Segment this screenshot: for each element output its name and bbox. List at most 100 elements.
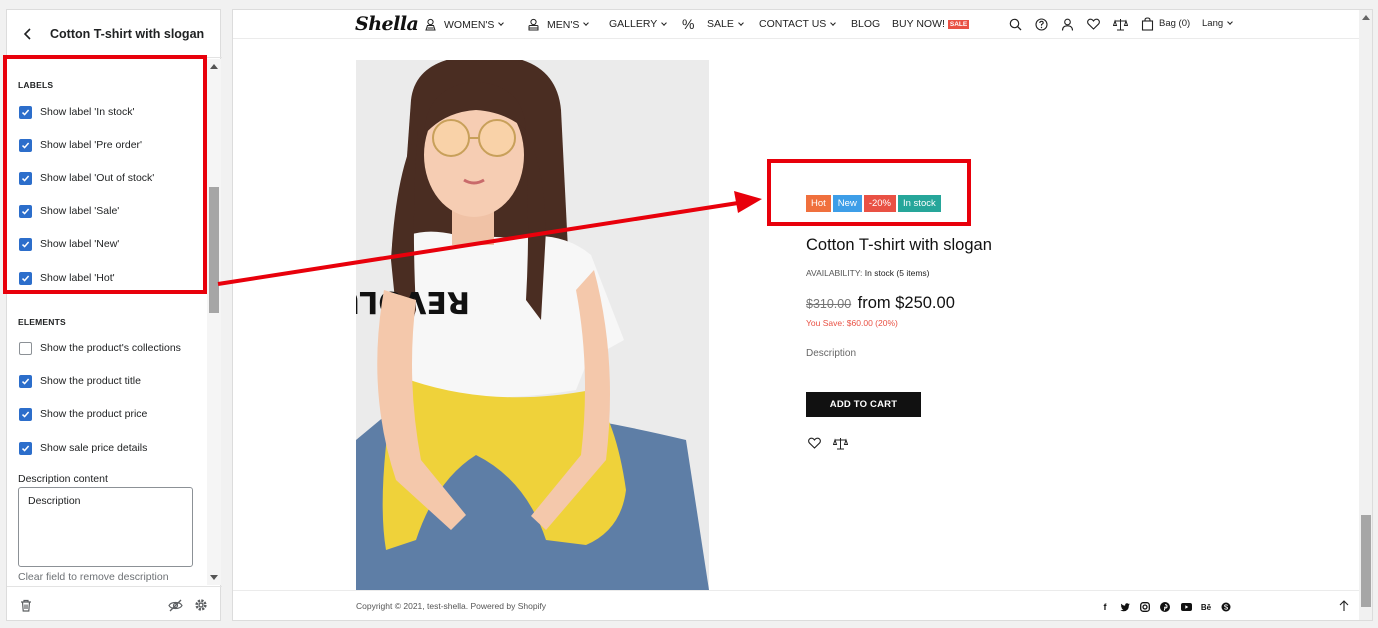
checkbox-label: Show label 'Pre order' (40, 139, 143, 151)
youtube-icon[interactable] (1180, 601, 1192, 613)
lang-selector[interactable]: Lang (1202, 18, 1233, 29)
nav-label: BUY NOW! (892, 18, 945, 30)
checkbox-show-sale-details[interactable]: Show sale price details (19, 439, 147, 457)
nav-mens[interactable]: MEN'S (527, 18, 590, 31)
user-icon[interactable] (1059, 16, 1075, 32)
wishlist-heart-icon[interactable] (806, 435, 822, 451)
nav-blog[interactable]: BLOG (851, 18, 880, 30)
bag-label: Bag (0) (1159, 18, 1191, 29)
availability: AVAILABILITY: In stock (5 items) (806, 268, 929, 278)
checkbox-show-price[interactable]: Show the product price (19, 405, 147, 423)
back-to-top-button[interactable] (1337, 599, 1351, 613)
chevron-down-icon (583, 20, 590, 26)
nav-percent[interactable]: % (682, 16, 694, 32)
elements-section-title: ELEMENTS (18, 317, 66, 327)
checkbox-show-collections[interactable]: Show the product's collections (19, 339, 181, 357)
twitter-icon[interactable] (1119, 601, 1131, 613)
chevron-down-icon (498, 20, 505, 26)
checkmark-icon (21, 175, 30, 182)
checkbox-label: Show label 'In stock' (40, 106, 135, 118)
checkbox-label: Show label 'Sale' (40, 205, 120, 217)
checkbox-checked[interactable] (19, 204, 32, 218)
scroll-up-arrow-icon[interactable] (210, 64, 218, 69)
nav-label: GALLERY (609, 18, 658, 30)
checkmark-icon (21, 142, 30, 149)
description-textarea[interactable]: Description (18, 487, 193, 567)
nav-womens[interactable]: WOMEN'S (424, 18, 505, 31)
copyright: Copyright © 2021, test-shella. Powered b… (356, 601, 547, 611)
product-image[interactable]: REVOLUTI (356, 60, 709, 590)
back-button[interactable] (13, 19, 43, 49)
checkbox-show-out-of-stock[interactable]: Show label 'Out of stock' (19, 169, 154, 187)
product-badges: Hot New -20% In stock (806, 195, 941, 212)
product-description: Description (806, 348, 857, 359)
checkbox-checked[interactable] (19, 105, 32, 119)
badge-new: New (832, 195, 862, 212)
nav-sale[interactable]: SALE (707, 18, 744, 30)
behance-icon[interactable]: Bē (1200, 601, 1212, 613)
bag-link[interactable]: Bag (0) (1159, 18, 1190, 29)
nav-contact-us[interactable]: CONTACT US (759, 18, 837, 30)
checkbox-label: Show label 'Out of stock' (40, 172, 155, 184)
availability-label: AVAILABILITY: (806, 268, 863, 278)
badge-discount: -20% (863, 195, 896, 212)
description-help-text: Clear field to remove description (18, 571, 169, 583)
store-footer: Copyright © 2021, test-shella. Powered b… (233, 590, 1359, 620)
bag-icon[interactable] (1139, 16, 1155, 32)
skype-icon[interactable] (1220, 601, 1232, 613)
checkbox-label: Show the product title (40, 375, 141, 387)
checkbox-show-in-stock[interactable]: Show label 'In stock' (19, 103, 134, 121)
checkbox-unchecked[interactable] (19, 341, 32, 355)
description-content-label: Description content (18, 473, 108, 485)
checkbox-checked[interactable] (19, 441, 32, 455)
panel-scrollbar[interactable] (207, 59, 221, 585)
product-title: Cotton T-shirt with slogan (806, 236, 992, 254)
add-to-cart-button[interactable]: ADD TO CART (806, 392, 921, 417)
checkbox-show-hot[interactable]: Show label 'Hot' (19, 269, 115, 287)
heart-icon[interactable] (1085, 16, 1101, 32)
trash-icon[interactable] (18, 597, 34, 613)
panel-body: LABELS Show label 'In stock' Show label … (7, 59, 207, 585)
compare-at-price: $310.00 (806, 297, 852, 311)
checkbox-label: Show the product price (40, 408, 148, 420)
checkbox-show-sale[interactable]: Show label 'Sale' (19, 202, 119, 220)
checkmark-icon (21, 241, 30, 248)
nav-buy-now[interactable]: BUY NOW! SALE (892, 18, 970, 30)
scroll-up-arrow-icon[interactable] (1362, 15, 1370, 20)
scroll-thumb[interactable] (209, 187, 219, 313)
checkbox-checked[interactable] (19, 237, 32, 251)
nav-gallery[interactable]: GALLERY (609, 18, 668, 30)
checkbox-label: Show label 'New' (40, 238, 120, 250)
checkbox-show-title[interactable]: Show the product title (19, 372, 141, 390)
search-icon[interactable] (1007, 16, 1023, 32)
compare-icon[interactable] (1112, 16, 1128, 32)
checkbox-show-pre-order[interactable]: Show label 'Pre order' (19, 136, 142, 154)
chevron-left-icon (23, 27, 31, 40)
checkbox-checked[interactable] (19, 407, 32, 421)
instagram-icon[interactable] (1139, 601, 1151, 613)
preview-scrollbar[interactable] (1359, 10, 1372, 620)
checkmark-icon (21, 378, 30, 385)
eye-off-icon[interactable] (167, 597, 183, 613)
store-logo[interactable]: Shella (355, 13, 419, 35)
checkbox-checked[interactable] (19, 171, 32, 185)
checkbox-checked[interactable] (19, 271, 32, 285)
help-icon[interactable] (1033, 16, 1049, 32)
price-row: $310.00 from $250.00 (806, 294, 955, 313)
checkbox-label: Show sale price details (40, 442, 148, 454)
checkbox-checked[interactable] (19, 138, 32, 152)
chevron-down-icon (661, 19, 668, 26)
checkbox-checked[interactable] (19, 374, 32, 388)
store-header: Shella WOMEN'S MEN'S GALLERY % SALE CONT… (233, 10, 1359, 39)
pinterest-icon[interactable] (1159, 601, 1171, 613)
gear-icon[interactable] (193, 597, 209, 613)
badge-in-stock: In stock (898, 195, 941, 212)
nav-label: CONTACT US (759, 18, 827, 30)
checkmark-icon (21, 445, 30, 452)
facebook-icon[interactable]: f (1099, 601, 1111, 613)
availability-value: In stock (5 items) (864, 268, 930, 278)
scroll-down-arrow-icon[interactable] (210, 575, 218, 580)
checkbox-show-new[interactable]: Show label 'New' (19, 235, 119, 253)
compare-scale-icon[interactable] (832, 435, 848, 451)
scroll-thumb[interactable] (1361, 515, 1371, 607)
